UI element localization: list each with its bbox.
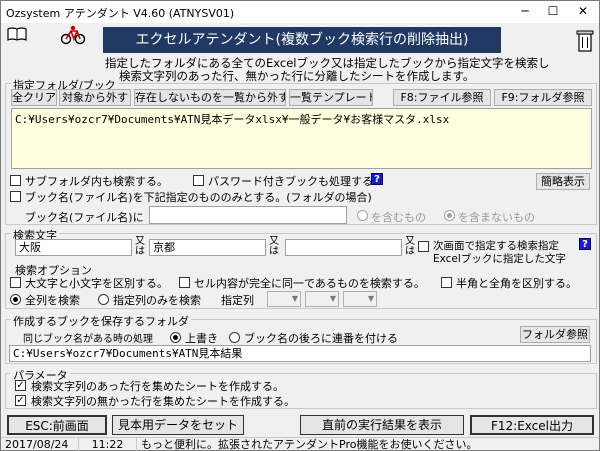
status-date: 2017/08/24 xyxy=(1,437,79,451)
found-rows-label: 検索文字列のあった行を集めたシートを作成する。 xyxy=(31,380,284,393)
exclude-radio[interactable] xyxy=(444,210,455,221)
window-title: Ozsystem アテンダント V4.60 (ATNYSV01) xyxy=(6,7,235,20)
search-term-3-input[interactable] xyxy=(285,239,402,256)
chevron-down-icon: ▼ xyxy=(291,294,298,303)
help-icon[interactable]: ? xyxy=(371,173,383,185)
same-name-label: 同じブック名がある時の処理 xyxy=(23,334,153,345)
page-banner: エクセルアテンダント(複数ブック検索行の削除抽出) xyxy=(103,27,501,53)
specified-columns-label: 指定列のみを検索 xyxy=(113,294,201,307)
back-button[interactable]: ESC:前画面 xyxy=(7,415,107,435)
sample-data-button[interactable]: 見本用データをセット xyxy=(112,415,244,435)
description-line-2: 検索文字列のあった行、無かった行に分離したシートを作成します。 xyxy=(119,69,475,83)
search-term-2-input[interactable]: 京都 xyxy=(149,239,266,256)
save-group-title: 作成するブックを保存するフォルダ xyxy=(11,313,191,329)
status-message: もっと便利に。拡張されたアテンダントPro機能をお使いください。 xyxy=(137,437,599,451)
target-list[interactable]: C:¥Users¥ozcr7¥Documents¥ATN見本データxlsx¥一般… xyxy=(11,108,592,169)
or-label-1: 又は xyxy=(135,236,145,257)
template-button[interactable]: 一覧テンプレート xyxy=(289,89,373,106)
chevron-down-icon: ▼ xyxy=(329,294,336,303)
clear-all-button[interactable]: 全クリア xyxy=(11,89,57,106)
case-label: 大文字と小文字を区別する。 xyxy=(25,277,168,290)
bookname-label: ブック名(ファイル名)に xyxy=(25,211,144,224)
list-item[interactable]: C:¥Users¥ozcr7¥Documents¥ATN見本データxlsx¥一般… xyxy=(15,111,590,127)
sequence-radio[interactable] xyxy=(229,332,240,343)
chevron-down-icon: ▼ xyxy=(367,294,374,303)
include-radio[interactable] xyxy=(357,210,368,221)
compact-view-button[interactable]: 簡略表示 xyxy=(536,173,590,190)
app-window: Ozsystem アテンダント V4.60 (ATNYSV01) ─ ☐ ✕ エ… xyxy=(0,0,600,451)
minimize-button[interactable]: ─ xyxy=(511,1,539,23)
bookname-input[interactable] xyxy=(149,206,347,224)
overwrite-label: 上書き xyxy=(185,332,218,345)
sequence-label: ブック名の後ろに連番を付ける xyxy=(244,332,398,345)
remove-missing-button[interactable]: 存在しないものを一覧から外す xyxy=(134,89,286,106)
case-checkbox[interactable] xyxy=(10,277,21,288)
exact-match-checkbox[interactable] xyxy=(179,277,190,288)
all-columns-radio[interactable] xyxy=(10,294,21,305)
column-select-1[interactable]: ▼ xyxy=(267,291,301,307)
close-button[interactable]: ✕ xyxy=(569,1,597,23)
file-browse-button[interactable]: F8:ファイル参照 xyxy=(393,89,491,106)
exclude-radio-label: を含まないもの xyxy=(458,211,535,224)
width-checkbox[interactable] xyxy=(441,277,452,288)
previous-result-button[interactable]: 直前の実行結果を表示 xyxy=(300,415,464,435)
column-select-3[interactable]: ▼ xyxy=(343,291,377,307)
exclude-button[interactable]: 対象から外す xyxy=(59,89,131,106)
next-screen-checkbox[interactable] xyxy=(418,241,429,252)
subfolder-checkbox[interactable] xyxy=(10,175,21,186)
bookname-filter-checkbox[interactable] xyxy=(10,191,21,202)
password-checkbox[interactable] xyxy=(193,175,204,186)
excel-output-button[interactable]: F12:Excel出力 xyxy=(470,415,594,435)
all-columns-label: 全列を検索 xyxy=(25,294,80,307)
subfolder-label: サブフォルダ内も検索する。 xyxy=(25,175,168,188)
trash-icon xyxy=(576,29,594,53)
or-label-3: 又は xyxy=(405,236,415,257)
book-icon xyxy=(7,27,27,41)
include-radio-label: を含むもの xyxy=(371,211,426,224)
overwrite-radio[interactable] xyxy=(170,332,181,343)
column-select-2[interactable]: ▼ xyxy=(305,291,339,307)
spec-col-label: 指定列 xyxy=(221,294,254,307)
title-bar: Ozsystem アテンダント V4.60 (ATNYSV01) ─ ☐ ✕ xyxy=(1,1,599,23)
password-label: パスワード付きブックも処理する xyxy=(208,175,373,188)
or-label-2: 又は xyxy=(269,236,279,257)
bookname-filter-label: ブック名(ファイル名)を下記指定のもののみとする。(フォルダの場合) xyxy=(25,191,372,204)
notfound-rows-checkbox[interactable]: ✓ xyxy=(15,395,26,406)
next-screen-help-icon[interactable]: ? xyxy=(579,238,591,250)
save-folder-input[interactable]: C:¥Users¥ozcr7¥Documents¥ATN見本結果 xyxy=(9,345,591,362)
notfound-rows-label: 検索文字列の無かった行を集めたシートを作成する。 xyxy=(31,395,295,408)
exact-match-label: セル内容が完全に同一であるものを検索する。 xyxy=(194,277,425,290)
specified-columns-radio[interactable] xyxy=(98,294,109,305)
bicycle-icon xyxy=(60,25,86,45)
next-screen-label-2: Excelブックに指定した文字 xyxy=(433,253,566,265)
found-rows-checkbox[interactable]: ✓ xyxy=(15,380,26,391)
save-folder-browse-button[interactable]: フォルダ参照 xyxy=(520,326,590,343)
width-label: 半角と全角を区別する。 xyxy=(456,277,577,290)
search-term-1-input[interactable]: 大阪 xyxy=(15,239,132,256)
maximize-button[interactable]: ☐ xyxy=(539,1,567,23)
status-time: 11:22 xyxy=(79,437,137,451)
folder-browse-button[interactable]: F9:フォルダ参照 xyxy=(494,89,592,106)
